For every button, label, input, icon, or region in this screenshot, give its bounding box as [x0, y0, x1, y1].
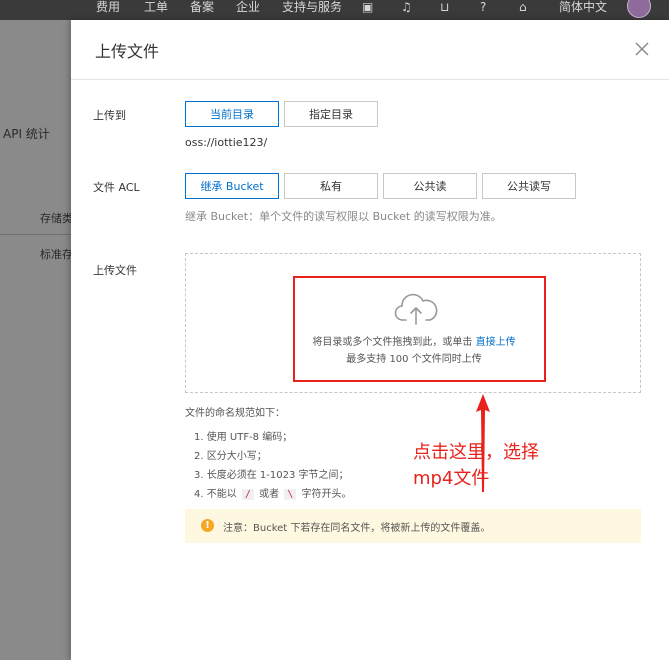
naming-rule-2: 2. 区分大小写；: [194, 451, 267, 462]
avatar[interactable]: [627, 0, 651, 18]
acl-hint: 继承 Bucket：单个文件的读写权限以 Bucket 的读写权限为准。: [185, 210, 502, 223]
nav-icp[interactable]: 备案: [190, 0, 214, 15]
nav-support[interactable]: 支持与服务: [282, 0, 342, 15]
backslash-char: \: [284, 489, 297, 500]
header-divider: [71, 79, 669, 80]
annotation-line-2: mp4文件: [413, 468, 490, 489]
upload-files-label: 上传文件: [93, 264, 137, 277]
cart-icon[interactable]: ⊔: [440, 0, 449, 14]
naming-rules-title: 文件的命名规范如下：: [185, 408, 285, 419]
nav-billing[interactable]: 费用: [96, 0, 120, 15]
background-page: API 统计 存储类 标准存: [0, 20, 73, 660]
help-icon[interactable]: ?: [480, 0, 486, 14]
rule4-prefix: 4. 不能以: [194, 489, 237, 500]
current-directory-button[interactable]: 当前目录: [185, 101, 279, 127]
file-drop-zone[interactable]: 将目录或多个文件拖拽到此，或单击 直接上传 最多支持 100 个文件同时上传: [185, 253, 641, 393]
upload-file-drawer: 上传文件 上传到 当前目录 指定目录 oss://iottie123/ 文件 A…: [71, 20, 669, 660]
annotation-text: 点击这里，选择 mp4文件: [413, 440, 539, 492]
home-icon[interactable]: ⌂: [519, 0, 527, 14]
acl-private-button[interactable]: 私有: [284, 173, 378, 199]
nav-tickets[interactable]: 工单: [144, 0, 168, 15]
rule4-or: 或者: [259, 489, 280, 500]
specified-directory-button[interactable]: 指定目录: [284, 101, 378, 127]
naming-rule-1: 1. 使用 UTF-8 编码；: [194, 432, 293, 443]
image-icon[interactable]: ▣: [362, 0, 373, 14]
language-switch[interactable]: 简体中文: [559, 0, 607, 15]
annotation-line-1: 点击这里，选择: [413, 442, 539, 463]
file-acl-label: 文件 ACL: [93, 181, 140, 194]
warning-icon: !: [201, 519, 214, 532]
acl-public-read-write-button[interactable]: 公共读写: [482, 173, 576, 199]
standard-storage-cell: 标准存: [40, 248, 73, 261]
notice-text: 注意：Bucket 下若存在同名文件，将被新上传的文件覆盖。: [223, 523, 491, 534]
naming-rule-3: 3. 长度必须在 1-1023 字节之间；: [194, 470, 349, 481]
table-divider: [0, 234, 71, 235]
rule4-suffix: 字符开头。: [301, 489, 352, 500]
overwrite-notice: ! 注意：Bucket 下若存在同名文件，将被新上传的文件覆盖。: [185, 509, 641, 543]
highlight-box: [293, 276, 546, 382]
nav-enterprise[interactable]: 企业: [236, 0, 260, 15]
storage-class-column: 存储类: [40, 212, 73, 225]
close-icon[interactable]: [633, 40, 651, 58]
acl-inherit-bucket-button[interactable]: 继承 Bucket: [185, 173, 279, 199]
api-stats-tab[interactable]: API 统计: [3, 125, 50, 142]
top-navigation-bar: 费用 工单 备案 企业 支持与服务 ▣ ♫ ⊔ ? ⌂ 简体中文: [0, 0, 669, 20]
acl-public-read-button[interactable]: 公共读: [383, 173, 477, 199]
naming-rule-4: 4. 不能以 / 或者 \ 字符开头。: [194, 485, 352, 500]
upload-to-label: 上传到: [93, 109, 126, 122]
bell-icon[interactable]: ♫: [401, 0, 412, 14]
upload-path: oss://iottie123/: [185, 136, 268, 149]
slash-char: /: [241, 489, 254, 500]
drawer-title: 上传文件: [95, 42, 160, 61]
